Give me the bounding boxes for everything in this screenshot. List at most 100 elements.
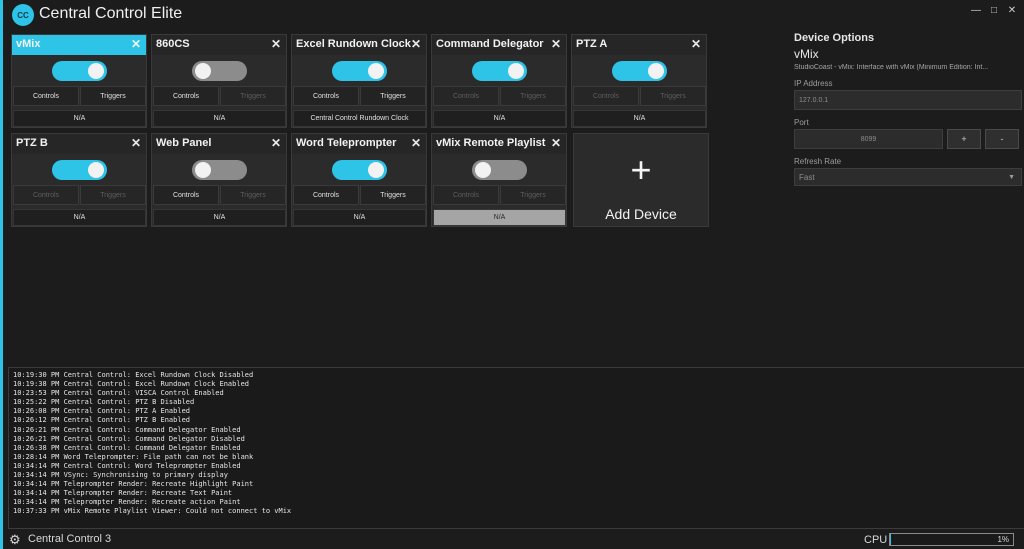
event-log[interactable]: 10:19:30 PM Central Control: Excel Rundo…: [8, 367, 1024, 529]
device-enable-toggle[interactable]: [472, 61, 527, 81]
close-window-icon[interactable]: ✕: [1006, 4, 1018, 18]
triggers-button[interactable]: Triggers: [220, 86, 286, 106]
add-device-label: Add Device: [605, 206, 677, 222]
controls-button[interactable]: Controls: [433, 86, 499, 106]
device-button-row: Controls Triggers: [573, 86, 706, 106]
device-card-header[interactable]: Command Delegator ✕: [432, 35, 566, 55]
selected-device-name: vMix: [794, 47, 819, 61]
port-increment-button[interactable]: +: [947, 129, 981, 149]
device-card-header[interactable]: vMix ✕: [12, 35, 146, 55]
triggers-button[interactable]: Triggers: [360, 86, 426, 106]
device-enable-toggle[interactable]: [612, 61, 667, 81]
controls-button[interactable]: Controls: [153, 86, 219, 106]
controls-button[interactable]: Controls: [293, 86, 359, 106]
remove-device-icon[interactable]: ✕: [271, 136, 281, 150]
title-bar: CC Central Control Elite — □ ✕: [3, 0, 1024, 30]
device-card[interactable]: Word Teleprompter ✕ Controls Triggers N/A: [291, 133, 427, 227]
device-status: N/A: [13, 209, 146, 226]
device-status: N/A: [433, 209, 566, 226]
device-card-header[interactable]: Web Panel ✕: [152, 134, 286, 154]
port-row: 8099 + -: [794, 129, 1022, 149]
device-button-row: Controls Triggers: [13, 86, 146, 106]
triggers-button[interactable]: Triggers: [640, 86, 706, 106]
refresh-rate-label: Refresh Rate: [794, 157, 842, 166]
controls-button[interactable]: Controls: [153, 185, 219, 205]
app-title: Central Control Elite: [39, 5, 183, 22]
remove-device-icon[interactable]: ✕: [411, 37, 421, 51]
remove-device-icon[interactable]: ✕: [271, 37, 281, 51]
device-enable-toggle[interactable]: [332, 61, 387, 81]
log-line: 10:26:21 PM Central Control: Command Del…: [13, 425, 241, 434]
device-card[interactable]: 860CS ✕ Controls Triggers N/A: [151, 34, 287, 128]
device-status: N/A: [433, 110, 566, 127]
ip-address-label: IP Address: [794, 79, 833, 88]
status-label: Central Control 3: [28, 533, 112, 545]
device-enable-toggle[interactable]: [192, 61, 247, 81]
triggers-button[interactable]: Triggers: [500, 185, 566, 205]
controls-button[interactable]: Controls: [293, 185, 359, 205]
port-decrement-button[interactable]: -: [985, 129, 1019, 149]
controls-button[interactable]: Controls: [13, 86, 79, 106]
device-name: vMix: [16, 38, 41, 50]
controls-button[interactable]: Controls: [13, 185, 79, 205]
remove-device-icon[interactable]: ✕: [551, 37, 561, 51]
toggle-knob: [88, 162, 104, 178]
remove-device-icon[interactable]: ✕: [691, 37, 701, 51]
device-card[interactable]: vMix ✕ Controls Triggers N/A: [11, 34, 147, 128]
log-line: 10:34:14 PM Teleprompter Render: Recreat…: [13, 480, 254, 489]
cpu-usage-fill: [890, 534, 892, 545]
device-name: PTZ B: [16, 137, 48, 149]
device-enable-toggle[interactable]: [332, 160, 387, 180]
log-line: 10:26:38 PM Central Control: Command Del…: [13, 443, 241, 452]
controls-button[interactable]: Controls: [573, 86, 639, 106]
triggers-button[interactable]: Triggers: [500, 86, 566, 106]
device-card[interactable]: Excel Rundown Clock ✕ Controls Triggers Cent…: [291, 34, 427, 128]
controls-button[interactable]: Controls: [433, 185, 499, 205]
remove-device-icon[interactable]: ✕: [551, 136, 561, 150]
device-status: N/A: [13, 110, 146, 127]
device-name: Excel Rundown Clock: [296, 38, 411, 50]
device-card-header[interactable]: PTZ A ✕: [572, 35, 706, 55]
device-card-header[interactable]: PTZ B ✕: [12, 134, 146, 154]
device-card-header[interactable]: vMix Remote Playlist ✕: [432, 134, 566, 154]
triggers-button[interactable]: Triggers: [80, 86, 146, 106]
device-status: N/A: [153, 209, 286, 226]
maximize-icon[interactable]: □: [988, 4, 1000, 18]
ip-address-field[interactable]: 127.0.0.1: [794, 90, 1022, 110]
device-card[interactable]: Web Panel ✕ Controls Triggers N/A: [151, 133, 287, 227]
log-line: 10:34:14 PM Central Control: Word Telepr…: [13, 461, 241, 470]
triggers-button[interactable]: Triggers: [80, 185, 146, 205]
device-status: N/A: [293, 209, 426, 226]
add-device-button[interactable]: + Add Device: [573, 133, 709, 227]
device-card[interactable]: PTZ A ✕ Controls Triggers N/A: [571, 34, 707, 128]
device-card[interactable]: Command Delegator ✕ Controls Triggers N/A: [431, 34, 567, 128]
plus-icon: +: [630, 149, 652, 190]
gear-icon[interactable]: ⚙: [9, 532, 21, 548]
device-enable-toggle[interactable]: [472, 160, 527, 180]
port-field[interactable]: 8099: [794, 129, 943, 149]
device-card[interactable]: PTZ B ✕ Controls Triggers N/A: [11, 133, 147, 227]
device-card-header[interactable]: Word Teleprompter ✕: [292, 134, 426, 154]
refresh-rate-select[interactable]: Fast ▼: [794, 168, 1022, 186]
device-enable-toggle[interactable]: [52, 160, 107, 180]
device-card-header[interactable]: Excel Rundown Clock ✕: [292, 35, 426, 55]
remove-device-icon[interactable]: ✕: [131, 136, 141, 150]
triggers-button[interactable]: Triggers: [360, 185, 426, 205]
remove-device-icon[interactable]: ✕: [411, 136, 421, 150]
device-enable-toggle[interactable]: [192, 160, 247, 180]
log-line: 10:34:14 PM VSync: Synchronising to prim…: [13, 471, 228, 480]
minimize-icon[interactable]: —: [970, 4, 982, 18]
toggle-knob: [368, 162, 384, 178]
device-name: PTZ A: [576, 38, 608, 50]
triggers-button[interactable]: Triggers: [220, 185, 286, 205]
remove-device-icon[interactable]: ✕: [131, 37, 141, 51]
log-line: 10:23:53 PM Central Control: VISCA Contr…: [13, 389, 224, 398]
device-card-header[interactable]: 860CS ✕: [152, 35, 286, 55]
device-enable-toggle[interactable]: [52, 61, 107, 81]
panel-heading: Device Options: [794, 32, 875, 44]
cpu-usage-bar: 1%: [889, 533, 1014, 546]
toggle-knob: [648, 63, 664, 79]
device-status: N/A: [153, 110, 286, 127]
log-line: 10:19:30 PM Central Control: Excel Rundo…: [13, 371, 254, 379]
device-card[interactable]: vMix Remote Playlist ✕ Controls Triggers N/A: [431, 133, 567, 227]
